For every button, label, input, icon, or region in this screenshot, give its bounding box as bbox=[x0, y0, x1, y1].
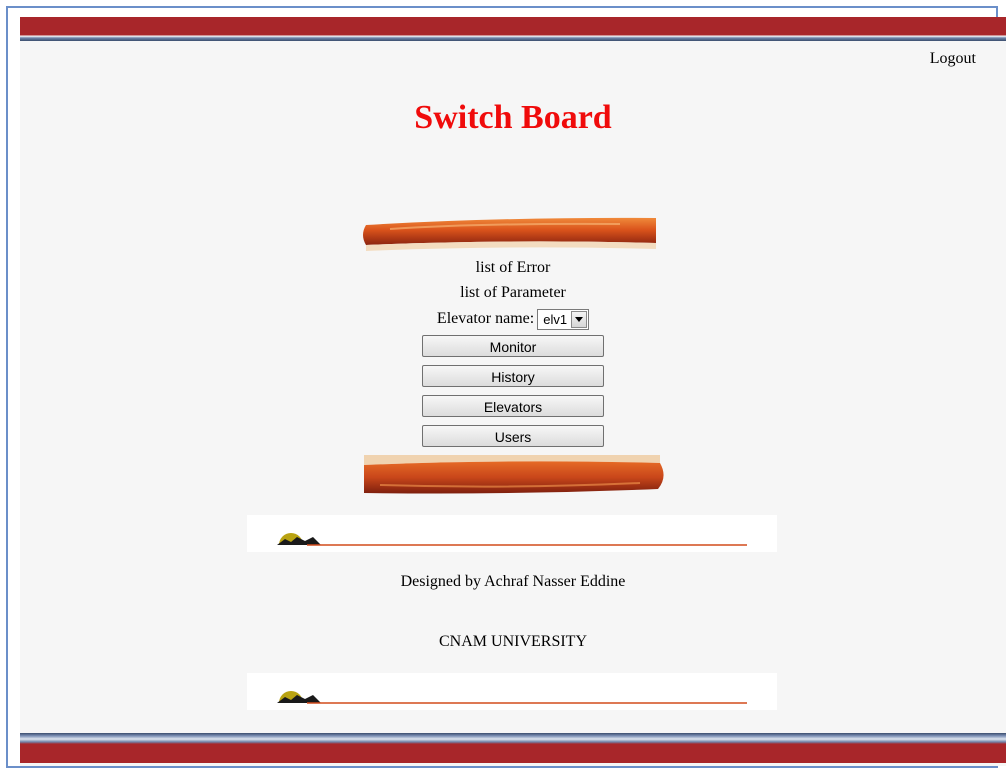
history-button[interactable]: History bbox=[422, 365, 604, 387]
scroll-bottom-decoration bbox=[360, 455, 665, 495]
chevron-down-icon[interactable] bbox=[571, 310, 588, 328]
bottom-banner bbox=[20, 733, 1006, 763]
elevator-select[interactable]: elv1 bbox=[537, 308, 590, 330]
list-of-parameter-link[interactable]: list of Parameter bbox=[363, 280, 663, 305]
scroll-top-decoration bbox=[360, 215, 660, 253]
users-button[interactable]: Users bbox=[422, 425, 604, 447]
sun-over-hills-icon bbox=[247, 673, 777, 710]
top-banner bbox=[20, 17, 1006, 41]
list-of-error-link[interactable]: list of Error bbox=[363, 255, 663, 280]
elevator-name-label: Elevator name: bbox=[436, 310, 535, 327]
elevators-button[interactable]: Elevators bbox=[422, 395, 604, 417]
page-title: Switch Board bbox=[414, 99, 612, 136]
monitor-button[interactable]: Monitor bbox=[422, 335, 604, 357]
designer-credit: Designed by Achraf Nasser Eddine bbox=[400, 573, 626, 590]
elevator-select-value: elv1 bbox=[543, 311, 568, 327]
switchboard-menu: list of Error list of Parameter Elevator… bbox=[363, 255, 663, 455]
sun-over-hills-icon bbox=[247, 515, 777, 552]
logout-link[interactable]: Logout bbox=[930, 50, 976, 68]
university-name: CNAM UNIVERSITY bbox=[439, 633, 587, 650]
page: Logout Switch Board list of Error list o… bbox=[20, 17, 1006, 766]
elevator-selector-row: Elevator name: elv1 bbox=[363, 305, 663, 333]
